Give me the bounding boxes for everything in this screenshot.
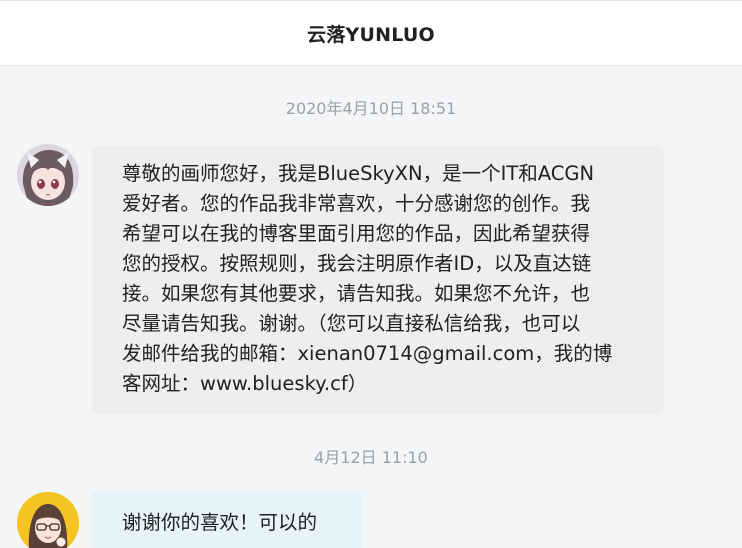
message-timestamp: 4月12日 11:10	[314, 448, 428, 467]
chat-title: 云落YUNLUO	[307, 23, 435, 46]
chat-header: 云落YUNLUO	[0, 0, 742, 66]
sender-avatar[interactable]	[17, 144, 79, 206]
message-list[interactable]: 2020年4月10日 18:51 尊敬的画师您好，我是BlueSkyXN，是一个…	[0, 67, 742, 548]
message-text-line: 您的授权。按照规则，我会注明原作者ID，以及直达链	[122, 252, 592, 275]
message-timestamp: 2020年4月10日 18:51	[285, 99, 457, 118]
message-text-line: 客网址：www.bluesky.cf）	[122, 372, 368, 395]
message-text-line: 发邮件给我的邮箱：xienan0714@gmail.com，我的博	[122, 342, 613, 365]
message-text-line: 接。如果您有其他要求，请告知我。如果您不允许，也	[122, 282, 591, 305]
receiver-avatar[interactable]	[17, 492, 79, 548]
message-text: 谢谢你的喜欢！可以的	[122, 511, 318, 534]
artist-avatar-icon	[17, 492, 79, 548]
message-text-line: 爱好者。您的作品我非常喜欢，十分感谢您的创作。我	[122, 192, 591, 215]
message-text-line: 尊敬的画师您好，我是BlueSkyXN，是一个IT和ACGN	[122, 162, 595, 185]
anime-avatar-icon	[17, 144, 79, 206]
message-bubble-received[interactable]: 谢谢你的喜欢！可以的	[92, 491, 362, 548]
message-bubble-sent[interactable]: 尊敬的画师您好，我是BlueSkyXN，是一个IT和ACGN 爱好者。您的作品我…	[92, 145, 664, 415]
message-text-line: 尽量请告知我。谢谢。（您可以直接私信给我，也可以	[122, 312, 581, 335]
message-text-line: 希望可以在我的博客里面引用您的作品，因此希望获得	[122, 222, 591, 245]
